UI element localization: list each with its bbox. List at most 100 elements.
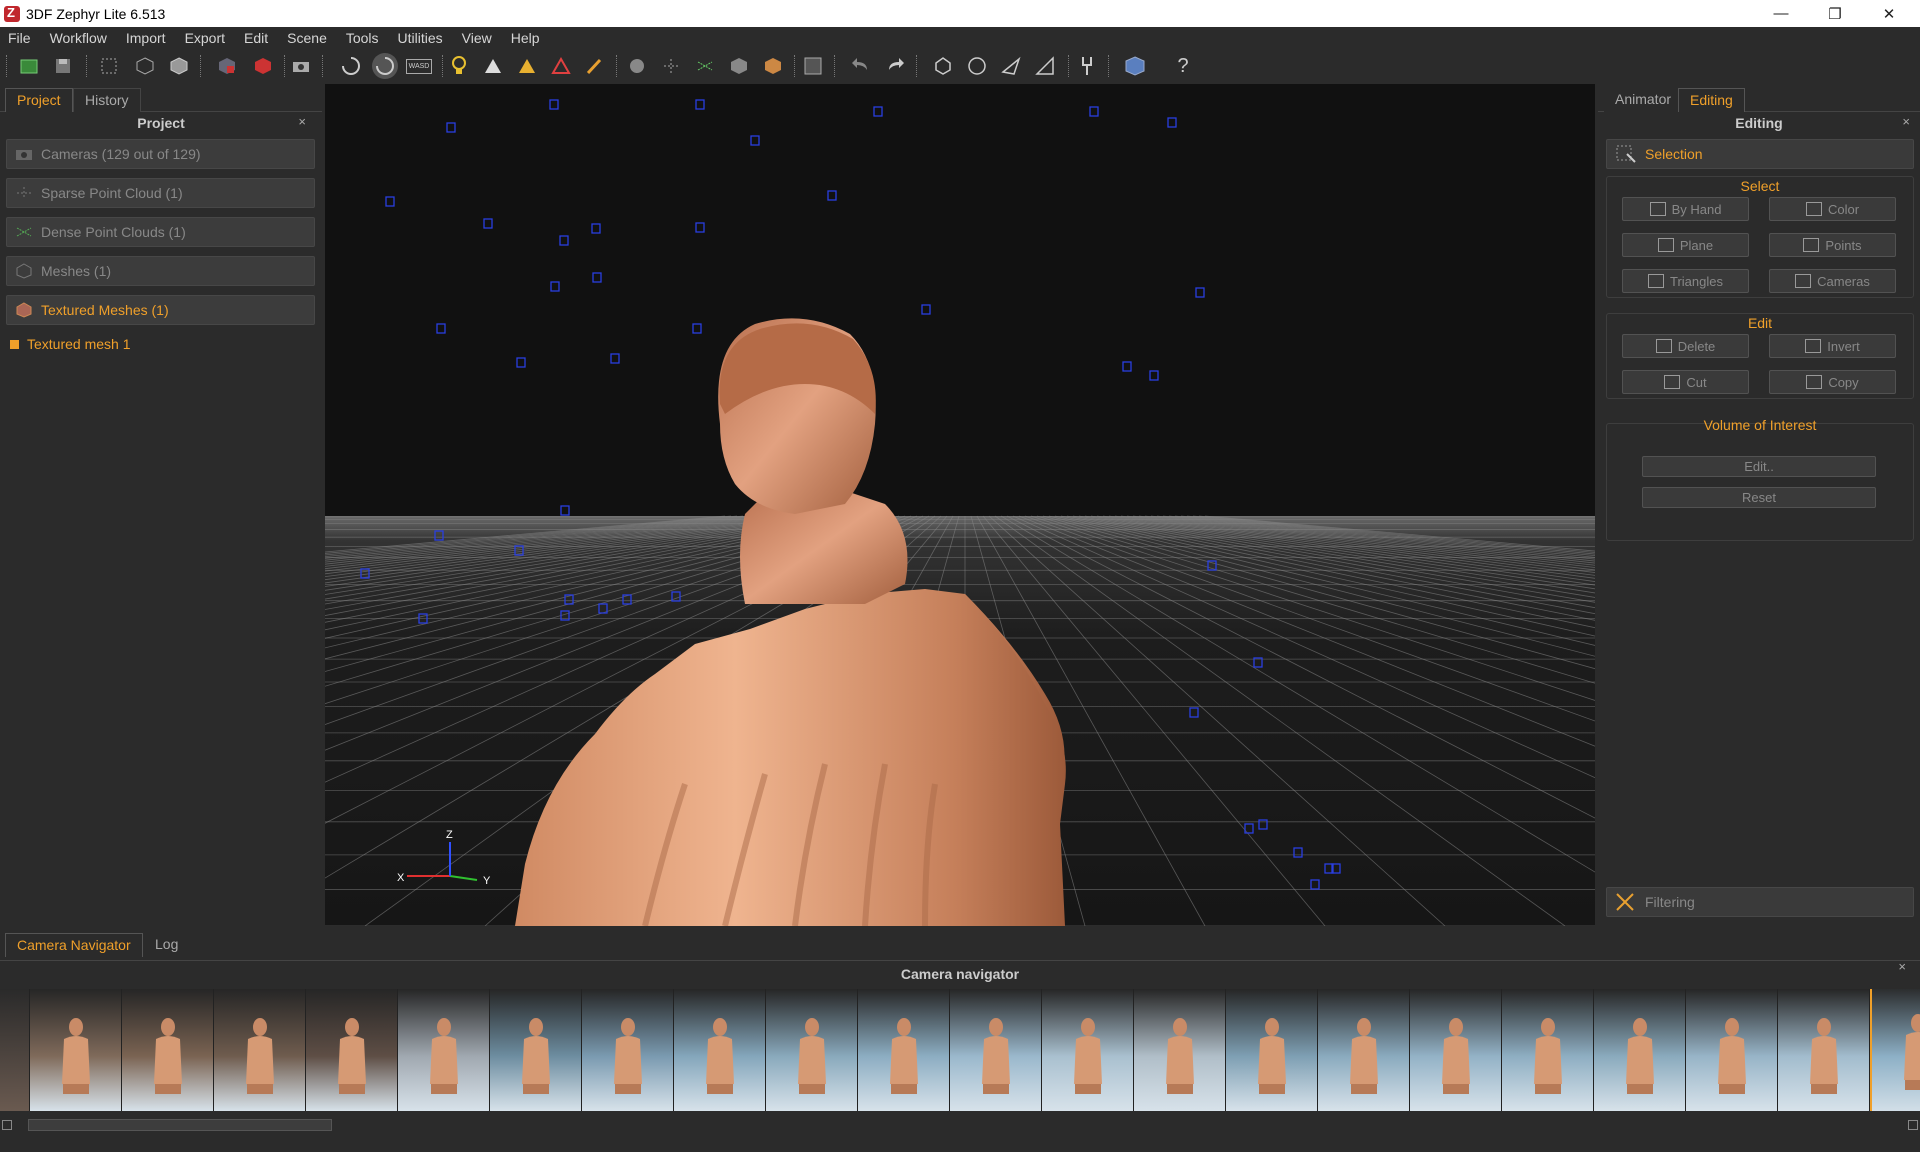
circle-select-button[interactable] (964, 53, 990, 79)
lasso-button[interactable] (930, 53, 956, 79)
menu-utilities[interactable]: Utilities (398, 30, 443, 46)
menu-file[interactable]: File (8, 30, 31, 46)
cube-red-button[interactable] (250, 53, 276, 79)
camera-thumbnail[interactable] (1870, 989, 1920, 1111)
camera-thumbnail[interactable] (122, 989, 214, 1111)
voi-reset-button[interactable]: Reset (1642, 487, 1876, 508)
camera-thumbnail[interactable] (1318, 989, 1410, 1111)
select-color-button[interactable]: Color (1769, 197, 1896, 221)
point-white-button[interactable] (480, 53, 506, 79)
new-project-button[interactable] (16, 53, 42, 79)
brush-button[interactable] (582, 53, 608, 79)
camera-thumbnail[interactable] (674, 989, 766, 1111)
project-row-sparse-cloud[interactable]: Sparse Point Cloud (1) (6, 178, 315, 208)
point-color-button[interactable] (548, 53, 574, 79)
project-row-textured-meshes[interactable]: Textured Meshes (1) (6, 295, 315, 325)
project-row-dense-cloud[interactable]: Dense Point Clouds (1) (6, 217, 315, 247)
camera-thumbnail[interactable] (766, 989, 858, 1111)
help-button[interactable]: ? (1170, 53, 1196, 79)
tab-history[interactable]: History (73, 88, 141, 112)
camera-thumbnail[interactable] (1778, 989, 1870, 1111)
tab-project[interactable]: Project (5, 88, 73, 112)
cube-button[interactable] (166, 53, 192, 79)
close-panel-icon[interactable]: × (1898, 959, 1906, 974)
filter-button[interactable] (624, 53, 650, 79)
thumbnail-scrollbar[interactable] (0, 1116, 1920, 1136)
camera-thumbnail[interactable] (306, 989, 398, 1111)
camera-thumbnail[interactable] (1686, 989, 1778, 1111)
menu-import[interactable]: Import (126, 30, 166, 46)
minimize-button[interactable]: — (1758, 0, 1804, 27)
project-row-meshes[interactable]: Meshes (1) (6, 256, 315, 286)
menu-scene[interactable]: Scene (287, 30, 327, 46)
box-button[interactable] (1122, 53, 1148, 79)
close-window-button[interactable]: ✕ (1866, 0, 1912, 27)
scrollbar-thumb[interactable] (28, 1119, 332, 1131)
copy-button[interactable]: Copy (1769, 370, 1896, 394)
mesh-button[interactable] (726, 53, 752, 79)
tab-camera-navigator[interactable]: Camera Navigator (5, 933, 143, 957)
menu-help[interactable]: Help (511, 30, 540, 46)
camera-thumbnail[interactable] (1226, 989, 1318, 1111)
camera-thumbnail[interactable] (1502, 989, 1594, 1111)
selection-section-header[interactable]: Selection (1606, 139, 1914, 169)
delete-button[interactable]: Delete (1622, 334, 1749, 358)
sparse-button[interactable] (658, 53, 684, 79)
select-points-button[interactable]: Points (1769, 233, 1896, 257)
camera-thumbnail[interactable] (490, 989, 582, 1111)
tree-item-textured-mesh[interactable]: Textured mesh 1 (10, 336, 131, 352)
voi-edit-button[interactable]: Edit.. (1642, 456, 1876, 477)
camera-thumbnail[interactable] (214, 989, 306, 1111)
dense-button[interactable] (692, 53, 718, 79)
camera-thumbnail-strip[interactable] (0, 989, 1920, 1111)
textured-button[interactable] (760, 53, 786, 79)
light-button[interactable] (446, 53, 472, 79)
grid-button[interactable] (132, 53, 158, 79)
scroll-left-icon[interactable] (2, 1120, 12, 1130)
menu-workflow[interactable]: Workflow (50, 30, 107, 46)
camera-thumbnail[interactable] (30, 989, 122, 1111)
wasd-button[interactable]: WASD (405, 53, 433, 79)
save-button[interactable] (50, 53, 76, 79)
viewport-canvas[interactable]: X Y Z (325, 84, 1595, 926)
close-panel-icon[interactable]: × (1902, 114, 1910, 129)
camera-thumbnail[interactable] (1042, 989, 1134, 1111)
menu-export[interactable]: Export (185, 30, 225, 46)
select-button[interactable] (96, 53, 122, 79)
3d-viewport[interactable]: X Y Z (325, 84, 1595, 926)
menu-edit[interactable]: Edit (244, 30, 268, 46)
menu-tools[interactable]: Tools (346, 30, 379, 46)
filtering-section-header[interactable]: Filtering (1606, 887, 1914, 917)
select-by-hand-button[interactable]: By Hand (1622, 197, 1749, 221)
camera-thumbnail[interactable] (858, 989, 950, 1111)
tab-editing[interactable]: Editing (1678, 88, 1745, 112)
cube-split-button[interactable] (214, 53, 240, 79)
camera-thumbnail[interactable] (0, 989, 30, 1111)
camera-thumbnail[interactable] (950, 989, 1042, 1111)
camera-thumbnail[interactable] (1594, 989, 1686, 1111)
select-triangles-button[interactable]: Triangles (1622, 269, 1749, 293)
invert-button[interactable]: Invert (1769, 334, 1896, 358)
plane-select-button[interactable] (998, 53, 1024, 79)
restore-button[interactable]: ❐ (1812, 0, 1858, 27)
frame-button[interactable] (800, 53, 826, 79)
close-panel-icon[interactable]: × (298, 114, 306, 129)
camera-button[interactable] (288, 53, 314, 79)
camera-thumbnail[interactable] (398, 989, 490, 1111)
select-cameras-button[interactable]: Cameras (1769, 269, 1896, 293)
camera-thumbnail[interactable] (582, 989, 674, 1111)
select-plane-button[interactable]: Plane (1622, 233, 1749, 257)
ruler-button[interactable] (1032, 53, 1058, 79)
rotate-button[interactable] (338, 53, 364, 79)
tab-log[interactable]: Log (144, 933, 190, 957)
orbit-button[interactable] (372, 53, 398, 79)
tab-animator[interactable]: Animator (1604, 88, 1683, 112)
camera-thumbnail[interactable] (1410, 989, 1502, 1111)
menu-view[interactable]: View (462, 30, 492, 46)
undo-button[interactable] (848, 53, 874, 79)
tool-button[interactable] (1074, 53, 1100, 79)
scroll-right-icon[interactable] (1908, 1120, 1918, 1130)
point-yellow-button[interactable] (514, 53, 540, 79)
project-row-cameras[interactable]: Cameras (129 out of 129) (6, 139, 315, 169)
camera-thumbnail[interactable] (1134, 989, 1226, 1111)
